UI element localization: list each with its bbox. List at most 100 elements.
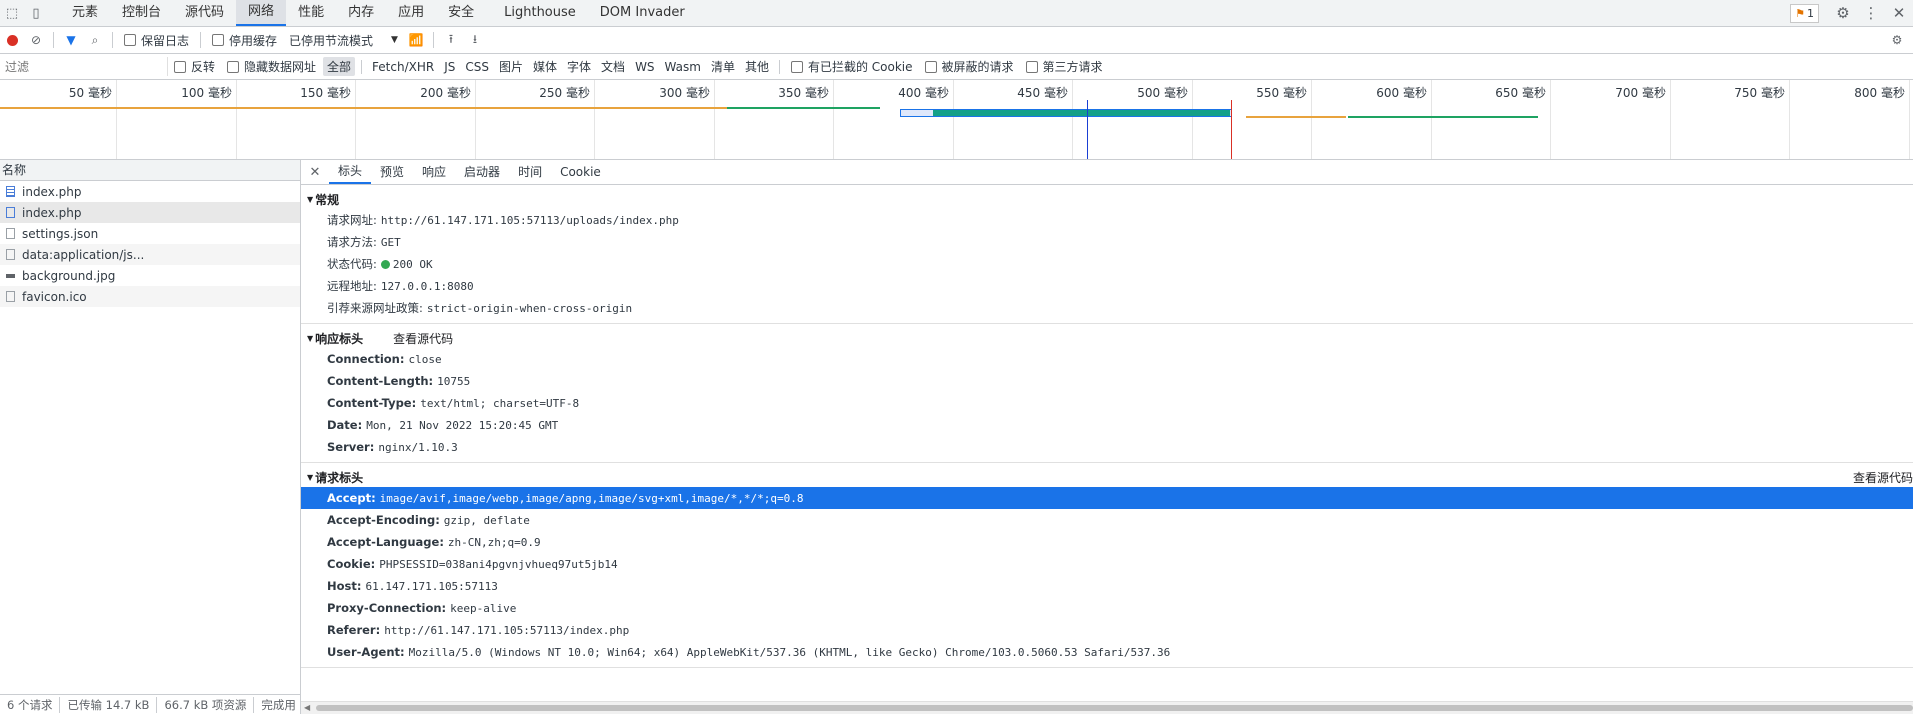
filter-toggle-button[interactable]: ▼	[59, 28, 83, 52]
network-conditions-icon[interactable]: 📶	[404, 28, 428, 52]
tab-lighthouse[interactable]: Lighthouse	[492, 0, 588, 26]
filter-type-wasm[interactable]: Wasm	[661, 59, 705, 75]
header-name: Server:	[327, 440, 375, 454]
request-row[interactable]: background.jpg	[0, 265, 300, 286]
header-row[interactable]: User-Agent: Mozilla/5.0 (Windows NT 10.0;…	[301, 641, 1913, 663]
tab-sources[interactable]: 源代码	[173, 0, 236, 26]
tab-application[interactable]: 应用	[386, 0, 436, 26]
request-row[interactable]: index.php	[0, 202, 300, 223]
divider	[432, 32, 434, 48]
invert-checkbox[interactable]: 反转	[174, 58, 215, 75]
header-row[interactable]: Connection: close	[301, 348, 1913, 370]
filter-type-js[interactable]: JS	[440, 59, 459, 75]
tab-security[interactable]: 安全	[436, 0, 486, 26]
header-row[interactable]: Server: nginx/1.10.3	[301, 436, 1913, 458]
checkbox-box[interactable]	[924, 60, 937, 73]
header-row[interactable]: Accept-Language: zh-CN,zh;q=0.9	[301, 531, 1913, 553]
blocked-cookies-checkbox[interactable]: 有已拦截的 Cookie	[790, 58, 913, 75]
filter-type-css[interactable]: CSS	[461, 59, 493, 75]
settings-gear-icon[interactable]: ⚙	[1829, 4, 1857, 22]
export-har-icon[interactable]: ⭳	[463, 28, 487, 52]
tab-elements[interactable]: 元素	[60, 0, 110, 26]
general-section-toggle[interactable]: ▼ 常规	[301, 189, 1913, 209]
header-row[interactable]: Accept-Encoding: gzip, deflate	[301, 509, 1913, 531]
blocked-requests-checkbox[interactable]: 被屏蔽的请求	[924, 58, 1014, 75]
tab-dom-invader[interactable]: DOM Invader	[588, 0, 697, 26]
tab-headers[interactable]: 标头	[329, 160, 372, 184]
checkbox-box[interactable]	[174, 60, 186, 73]
device-toolbar-icon[interactable]: ▯	[24, 0, 48, 26]
header-row[interactable]: Cookie: PHPSESSID=038ani4pgvnjvhueq97ut5j…	[301, 553, 1913, 575]
name-column-header[interactable]: 名称	[0, 160, 300, 181]
search-button[interactable]: ⌕	[83, 28, 107, 52]
header-row[interactable]: Proxy-Connection: keep-alive	[301, 597, 1913, 619]
tab-response[interactable]: 响应	[413, 160, 455, 184]
disable-cache-checkbox[interactable]: 停用缓存	[212, 32, 277, 49]
network-overview-timeline[interactable]: 50 毫秒 100 毫秒 150 毫秒 200 毫秒 250 毫秒 300 毫秒 350 毫…	[0, 80, 1913, 160]
response-headers-toggle[interactable]: ▼ 响应标头 查看源代码	[301, 328, 1913, 348]
tab-timing[interactable]: 时间	[509, 160, 551, 184]
horizontal-scrollbar[interactable]: ◀	[301, 701, 1913, 714]
filter-type-all[interactable]: 全部	[323, 57, 356, 76]
filter-type-media[interactable]: 媒体	[529, 57, 561, 76]
response-view-source-link[interactable]: 查看源代码	[393, 330, 453, 347]
checkbox-box[interactable]	[790, 60, 803, 73]
tab-memory[interactable]: 内存	[336, 0, 386, 26]
clear-icon: ⊘	[30, 33, 42, 47]
timeline-gridline	[1789, 80, 1790, 159]
throttling-select[interactable]: 已停用节流模式 ▼	[289, 32, 398, 49]
timeline-tick-label: 650 毫秒	[1495, 86, 1546, 100]
timeline-tick-label: 300 毫秒	[659, 86, 710, 100]
tab-cookies[interactable]: Cookie	[551, 160, 610, 184]
inspect-element-icon[interactable]: ⬚	[0, 0, 24, 26]
header-name: Date:	[327, 418, 363, 432]
expand-triangle-icon: ▼	[307, 333, 314, 343]
file-icon	[6, 249, 15, 260]
tab-network[interactable]: 网络	[236, 0, 287, 26]
scrollbar-thumb[interactable]	[316, 705, 1913, 711]
tab-preview[interactable]: 预览	[371, 160, 413, 184]
checkbox-box[interactable]	[227, 60, 240, 73]
request-row[interactable]: data:application/js...	[0, 244, 300, 265]
timeline-tick-label: 500 毫秒	[1137, 86, 1188, 100]
request-headers-toggle[interactable]: ▼ 请求标头 查看源代码	[301, 467, 1913, 487]
request-row[interactable]: index.php	[0, 181, 300, 202]
filter-type-ws[interactable]: WS	[631, 59, 658, 75]
header-row[interactable]: Accept: image/avif,image/webp,image/apng,…	[301, 487, 1913, 509]
header-row[interactable]: Content-Type: text/html; charset=UTF-8	[301, 392, 1913, 414]
checkbox-box[interactable]	[124, 34, 136, 46]
checkbox-box[interactable]	[212, 34, 225, 46]
close-details-icon[interactable]: ✕	[301, 165, 329, 180]
tab-console[interactable]: 控制台	[110, 0, 173, 26]
hide-data-urls-checkbox[interactable]: 隐藏数据网址	[227, 58, 316, 75]
third-party-checkbox[interactable]: 第三方请求	[1025, 58, 1103, 75]
header-row[interactable]: Referer: http://61.147.171.105:57113/inde…	[301, 619, 1913, 641]
record-button[interactable]	[0, 28, 24, 52]
tab-performance[interactable]: 性能	[286, 0, 336, 26]
import-har-icon[interactable]: ⭱	[439, 28, 463, 52]
scroll-left-icon[interactable]: ◀	[304, 702, 310, 714]
clear-button[interactable]: ⊘	[24, 28, 48, 52]
issues-badge[interactable]: ⚑ 1	[1790, 3, 1819, 23]
close-devtools-icon[interactable]: ✕	[1885, 4, 1913, 22]
filter-type-font[interactable]: 字体	[563, 57, 595, 76]
request-row[interactable]: favicon.ico	[0, 286, 300, 307]
request-view-source-link[interactable]: 查看源代码	[1853, 469, 1913, 486]
filter-type-img[interactable]: 图片	[495, 57, 527, 76]
filter-type-other[interactable]: 其他	[741, 57, 773, 76]
header-row[interactable]: Host: 61.147.171.105:57113	[301, 575, 1913, 597]
filter-type-fetch-xhr[interactable]: Fetch/XHR	[368, 59, 438, 75]
preserve-log-checkbox[interactable]: 保留日志	[124, 32, 189, 49]
header-row[interactable]: Content-Length: 10755	[301, 370, 1913, 392]
network-settings-gear-icon[interactable]: ⚙	[1885, 28, 1909, 52]
header-row[interactable]: Date: Mon, 21 Nov 2022 15:20:45 GMT	[301, 414, 1913, 436]
load-event-marker	[1231, 100, 1232, 159]
filter-type-doc[interactable]: 文档	[597, 57, 629, 76]
tab-initiator[interactable]: 启动器	[455, 160, 509, 184]
more-options-icon[interactable]: ⋮	[1857, 4, 1885, 22]
divider	[200, 32, 202, 48]
filter-type-manifest[interactable]: 清单	[707, 57, 739, 76]
request-row[interactable]: settings.json	[0, 223, 300, 244]
checkbox-box[interactable]	[1025, 60, 1038, 73]
filter-input[interactable]	[3, 57, 168, 76]
